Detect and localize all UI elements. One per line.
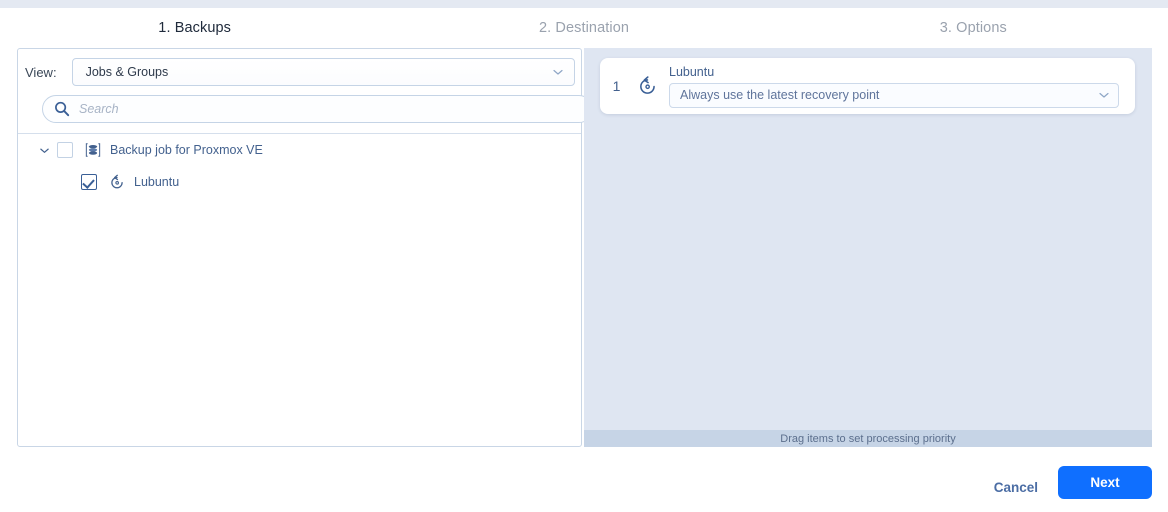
dialog-footer: Cancel Next [0, 463, 1168, 512]
backups-source-panel: View: Jobs & Groups Search Backup job fo… [17, 48, 593, 447]
priority-card-body: Lubuntu Always use the latest recovery p… [669, 65, 1135, 108]
recovery-point-select[interactable]: Always use the latest recovery point [669, 82, 1119, 108]
search-input[interactable] [79, 102, 582, 116]
tree-checkbox[interactable] [57, 142, 73, 158]
chevron-down-icon [552, 66, 564, 78]
recovery-point-value: Always use the latest recovery point [680, 88, 880, 102]
cancel-button[interactable]: Cancel [982, 471, 1050, 503]
wizard-body: View: Jobs & Groups Search Backup job fo… [17, 48, 1152, 449]
backup-job-stack-icon [84, 141, 102, 159]
tree-item-label: Lubuntu [134, 175, 180, 189]
view-row: View: Jobs & Groups [18, 55, 583, 89]
wizard-steps: 1. Backups 2. Destination 3. Options [0, 8, 1168, 48]
chevron-down-icon[interactable] [36, 142, 52, 158]
priority-number: 1 [612, 78, 621, 94]
search-icon [53, 100, 71, 118]
restore-point-icon [108, 173, 126, 191]
tab-destination[interactable]: 2. Destination [389, 20, 778, 36]
tree-row[interactable]: Backup job for Proxmox VE [18, 134, 581, 166]
view-select-value: Jobs & Groups [85, 65, 169, 79]
priority-item-card[interactable]: 1 Lubuntu Always use the latest recovery… [600, 58, 1135, 114]
restore-point-icon [633, 74, 663, 98]
tab-options[interactable]: 3. Options [779, 20, 1168, 36]
view-label: View: [25, 64, 57, 80]
next-button[interactable]: Next [1058, 466, 1152, 499]
view-select[interactable]: Jobs & Groups [71, 58, 575, 86]
drag-priority-hint: Drag items to set processing priority [584, 430, 1152, 447]
window-top-strip [0, 0, 1168, 8]
tab-backups[interactable]: 1. Backups [0, 20, 389, 36]
backup-tree: Backup job for Proxmox VE Lubuntu [18, 134, 581, 446]
processing-priority-panel: 1 Lubuntu Always use the latest recovery… [584, 48, 1152, 447]
chevron-down-icon [1098, 89, 1110, 101]
tree-item-label: Backup job for Proxmox VE [110, 143, 263, 157]
tree-checkbox[interactable] [81, 174, 97, 190]
tree-row[interactable]: Lubuntu [18, 166, 581, 198]
search-field[interactable] [42, 95, 593, 123]
priority-item-title: Lubuntu [669, 64, 715, 79]
